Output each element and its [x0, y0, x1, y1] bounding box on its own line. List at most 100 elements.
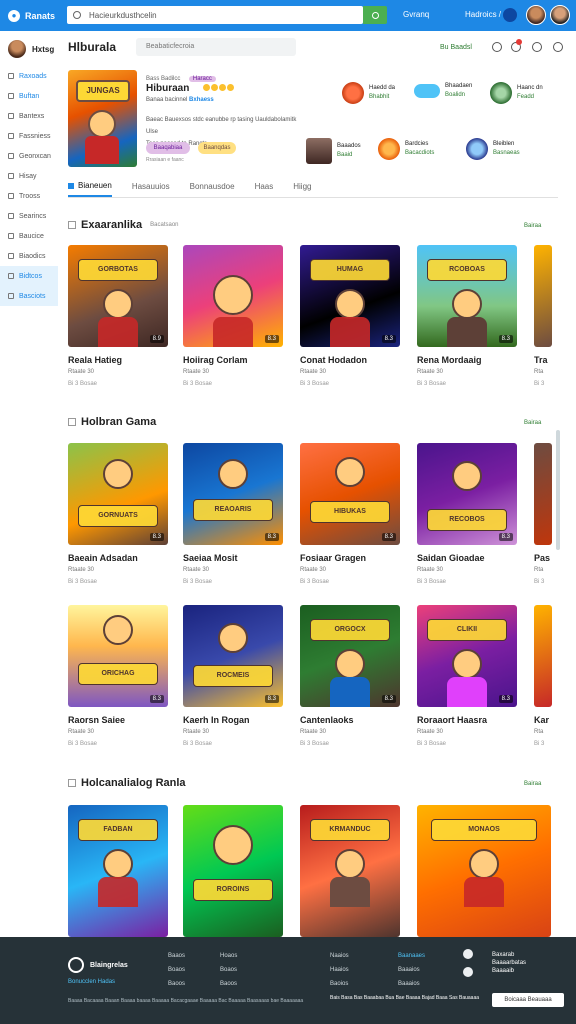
- friend-item[interactable]: Bhaadaen Boalidn: [414, 82, 472, 100]
- bell-icon[interactable]: [492, 42, 502, 52]
- sidebar-profile[interactable]: Hxtsg: [8, 40, 54, 58]
- brand[interactable]: ● Ranats: [8, 9, 55, 22]
- sidebar-item[interactable]: Hisay: [0, 166, 58, 186]
- sidebar-item[interactable]: Baucice: [0, 226, 58, 246]
- game-card[interactable]: GORNUATS 8.3 Baeain Adsadan Rtaate 30 Bi …: [68, 443, 168, 585]
- cover-logo: JUNGAS: [76, 80, 130, 102]
- game-title: Conat Hodadon: [300, 355, 367, 365]
- footer-link[interactable]: Baaos: [168, 949, 185, 963]
- section-more-link[interactable]: Bairaa: [524, 420, 541, 426]
- sidebar-item-label: Biaodics: [19, 252, 46, 260]
- sidebar-item[interactable]: Raxoads: [0, 66, 58, 86]
- thumbnail-logo: CLIKII: [427, 619, 507, 641]
- character-art: [103, 615, 133, 645]
- tab-0[interactable]: Bianeuen: [68, 176, 112, 197]
- sidebar-item[interactable]: Basciots: [0, 286, 58, 306]
- game-card[interactable]: MONAOS: [417, 805, 551, 937]
- game-card[interactable]: RECOBOS 8.3 Saidan Gioadae Rtaate 30 Bi 3…: [417, 443, 517, 585]
- footer-link[interactable]: Baanaaes: [398, 949, 425, 963]
- tab-1[interactable]: Hasauuios: [132, 176, 170, 197]
- sidebar-item[interactable]: Buftan: [0, 86, 58, 106]
- game-meta: Rta: [534, 369, 544, 375]
- footer-link[interactable]: Baaaios: [398, 963, 425, 977]
- thumbnail-logo: FADBAN: [78, 819, 158, 841]
- user-avatar[interactable]: [550, 5, 570, 25]
- settings-icon[interactable]: [553, 42, 563, 52]
- tab-3[interactable]: Haas: [255, 176, 274, 197]
- thumbnail-logo: GORNUATS: [78, 505, 158, 527]
- game-card[interactable]: GORBOTAS 8.9 Reala Hatieg Rtaate 30 Bi 3 …: [68, 245, 168, 387]
- game-card[interactable]: ROCMEIS 8.3 Kaerh In Rogan Rtaate 30 Bi 3…: [183, 605, 283, 747]
- sidebar-item[interactable]: Biaodics: [0, 246, 58, 266]
- cover-character: [88, 110, 116, 138]
- game-card[interactable]: KRMANDUC: [300, 805, 400, 937]
- thumbnail-logo: REAOARIS: [193, 499, 273, 521]
- chat-icon[interactable]: [532, 42, 542, 52]
- notifications-icon[interactable]: [503, 8, 517, 22]
- friend-name: Baaados: [337, 143, 361, 149]
- search-button[interactable]: [363, 6, 387, 24]
- footer-link[interactable]: Boaos: [168, 963, 185, 977]
- game-card[interactable]: FADBAN: [68, 805, 168, 937]
- footer-link[interactable]: Hoaos: [220, 949, 237, 963]
- game-card[interactable]: CLIKII 8.3 Roraaort Haasra Rtaate 30 Bi 3…: [417, 605, 517, 747]
- sidebar-item-active[interactable]: Bidtcos: [0, 266, 58, 286]
- footer-link[interactable]: Naaios: [330, 949, 349, 963]
- language-button[interactable]: Boicaaa Beauaaa: [492, 993, 564, 1007]
- sidebar-item[interactable]: Trooss: [0, 186, 58, 206]
- section-more-link[interactable]: Bairaa: [524, 781, 541, 787]
- featured-game-cover[interactable]: JUNGAS: [68, 70, 137, 167]
- wishlist-button[interactable]: Baanqdas: [198, 142, 236, 154]
- footer-link[interactable]: Boaos: [220, 963, 237, 977]
- game-card[interactable]: RCOBOAS 8.3 Rena Mordaaig Rtaate 30 Bi 3 …: [417, 245, 517, 387]
- footer-link[interactable]: Baoos: [220, 977, 237, 991]
- sidebar-item[interactable]: Fassniess: [0, 126, 58, 146]
- friend-item[interactable]: Bleiblen Basnaeas: [466, 138, 520, 160]
- nav-icon: [8, 73, 14, 79]
- search-input[interactable]: Hacieurkdusthcelin: [67, 6, 363, 24]
- footer-link[interactable]: Baaaios: [398, 977, 425, 991]
- library-search-input[interactable]: Beabaticfecroia: [136, 38, 296, 56]
- game-meta: Rtaate 30: [183, 567, 210, 573]
- tab-4[interactable]: Hiigg: [293, 176, 311, 197]
- game-meta-2: Bi 3 Bosae: [417, 741, 447, 747]
- footer-link[interactable]: Baoos: [168, 977, 185, 991]
- friend-item[interactable]: Bardcies Bacacdiots: [378, 138, 434, 160]
- scrollbar[interactable]: [556, 430, 560, 550]
- sidebar-item[interactable]: Searincs: [0, 206, 58, 226]
- game-card-partial[interactable]: Tra Rta Bi 3: [534, 245, 552, 387]
- friend-item[interactable]: Baaados Baaid: [306, 138, 361, 164]
- game-card[interactable]: HIBUKAS 8.3 Fosiaar Gragen Rtaate 30 Bi 3…: [300, 443, 400, 585]
- social-icon[interactable]: [463, 967, 473, 977]
- section-icon: [68, 221, 76, 229]
- game-card[interactable]: ROROINS: [183, 805, 283, 937]
- game-card[interactable]: 8.3 Hoiirag Corlam Rtaate 30 Bi 3 Bosae: [183, 245, 283, 387]
- footer: Blaingrelas Bonucclen Hadas Baaos Boaos …: [0, 937, 576, 1024]
- top-link-1[interactable]: Gvranq: [403, 10, 429, 19]
- game-meta-2: Bi 3: [534, 741, 545, 747]
- section-more-link[interactable]: Bairaa: [524, 223, 541, 229]
- footer-link[interactable]: Baoios: [330, 977, 349, 991]
- game-card-partial[interactable]: Kar Rta Bi 3: [534, 605, 552, 747]
- footer-link[interactable]: Haaios: [330, 963, 349, 977]
- game-card[interactable]: HUMAG 8.3 Conat Hodadon Rtaate 30 Bi 3 Bo…: [300, 245, 400, 387]
- friend-item[interactable]: Haedd da Bhabhit: [342, 82, 395, 104]
- sidebar-item[interactable]: Bantexs: [0, 106, 58, 126]
- game-meta: Rtaate 30: [417, 729, 444, 735]
- friend-item[interactable]: Haanc dn Feadd: [490, 82, 543, 104]
- hero-sub-b[interactable]: Bxhaess: [189, 97, 214, 103]
- friend-avatar[interactable]: [526, 5, 546, 25]
- game-title: Raorsn Saiee: [68, 715, 126, 725]
- social-icon[interactable]: [463, 949, 473, 959]
- thumbnail-logo: RECOBOS: [427, 509, 507, 531]
- sidebar-item[interactable]: Geonxcan: [0, 146, 58, 166]
- tab-2[interactable]: Bonnausdoe: [190, 176, 235, 197]
- game-card[interactable]: ORGOCX 8.3 Cantenlaoks Rtaate 30 Bi 3 Bos…: [300, 605, 400, 747]
- game-card-partial[interactable]: Pas Rta Bi 3: [534, 443, 552, 585]
- nav-icon: [8, 233, 14, 239]
- footer-logo[interactable]: Blaingrelas: [68, 957, 128, 973]
- game-card[interactable]: REAOARIS 8.3 Saeiaa Mosit Rtaate 30 Bi 3 …: [183, 443, 283, 585]
- play-button[interactable]: Baaqabiaa: [146, 142, 190, 154]
- game-card[interactable]: ORICHAG 8.3 Raorsn Saiee Rtaate 30 Bi 3 B…: [68, 605, 168, 747]
- top-link-2[interactable]: Hadroics / 1: [465, 10, 508, 19]
